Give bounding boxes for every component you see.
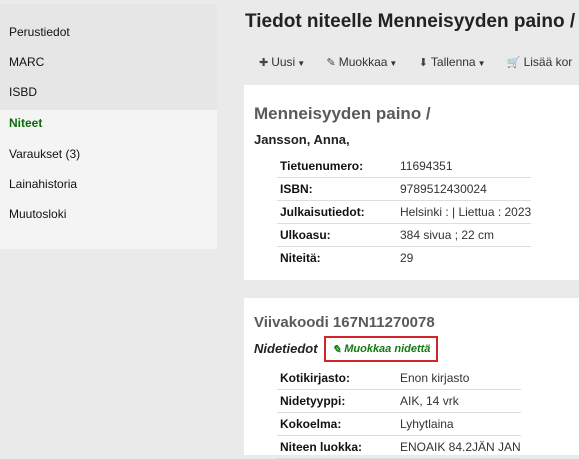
sidebar-item-lainahistoria[interactable]: Lainahistoria [9, 177, 77, 191]
field-label: Tietuenumero: [277, 155, 397, 178]
page-title: Tiedot niteelle Menneisyyden paino / [245, 11, 576, 32]
caret-down-icon: ▼ [389, 59, 398, 68]
edit-item-link[interactable]: ✎ Muokkaa nidettä [324, 336, 439, 362]
sidebar-item-perustiedot[interactable]: Perustiedot [9, 25, 70, 39]
record-panel: Menneisyyden paino / Jansson, Anna, Tiet… [244, 85, 579, 280]
record-title: Menneisyyden paino / [254, 104, 431, 123]
field-value: Lyhytlaina [397, 412, 521, 436]
plus-icon: ✚ [259, 57, 269, 69]
field-value: 29 [400, 251, 414, 265]
field-value: AIK, 14 vrk [397, 389, 521, 413]
field-label: Julkaisutiedot: [277, 200, 397, 224]
field-label: ISBN: [277, 177, 397, 201]
item-details-table: Kotikirjasto: Enon kirjasto Nidetyyppi: AI… [277, 367, 521, 459]
pencil-icon: ✎ [326, 57, 336, 69]
edit-item-link-label: Muokkaa nidettä [344, 343, 431, 355]
sidebar-item-niteet[interactable]: Niteet [9, 116, 42, 130]
item-section-label: Nidetiedot [254, 341, 318, 356]
download-icon: ⬇ [418, 57, 428, 69]
field-label: Niteitä: [280, 251, 321, 265]
table-row: Niteitä: 29 [277, 247, 531, 270]
save-button[interactable]: ⬇ Tallenna ▼ [419, 55, 486, 69]
sidebar-item-marc[interactable]: MARC [9, 55, 44, 69]
field-label: Niteen luokka: [277, 435, 397, 459]
field-label: Kotikirjasto: [277, 367, 397, 390]
table-row: Tietuenumero: 11694351 [277, 155, 532, 178]
caret-down-icon: ▼ [477, 59, 486, 68]
add-to-cart-button[interactable]: 🛒 Lisää kor [507, 55, 572, 69]
table-row: Nidetyyppi: AIK, 14 vrk [277, 389, 521, 413]
record-details-table: Tietuenumero: 11694351 ISBN: 9789512430024… [277, 155, 532, 270]
save-button-label: Tallenna [430, 55, 476, 69]
sidebar: Perustiedot MARC ISBD Niteet Varaukset (… [0, 4, 217, 249]
field-value: 384 sivua ; 22 cm [397, 223, 532, 247]
add-to-cart-label: Lisää kor [523, 55, 573, 69]
field-label: Nidetyyppi: [277, 389, 397, 413]
field-label: Kokoelma: [277, 412, 397, 436]
sidebar-item-varaukset[interactable]: Varaukset (3) [9, 147, 80, 161]
field-value: Enon kirjasto [397, 367, 521, 390]
table-row: Kotikirjasto: Enon kirjasto [277, 367, 521, 390]
table-row: Ulkoasu: 384 sivua ; 22 cm [277, 223, 532, 247]
pencil-icon: ✎ [332, 343, 342, 356]
caret-down-icon: ▼ [297, 59, 306, 68]
cart-icon: 🛒 [506, 57, 521, 69]
edit-button[interactable]: ✎ Muokkaa ▼ [327, 55, 398, 69]
field-value: 9789512430024 [397, 177, 532, 201]
new-button[interactable]: ✚ Uusi ▼ [259, 55, 305, 69]
table-row: Kokoelma: Lyhytlaina [277, 412, 521, 436]
sidebar-item-muutosloki[interactable]: Muutosloki [9, 207, 66, 221]
field-value: ENOAIK 84.2JÄN JAN [397, 435, 521, 459]
toolbar: ✚ Uusi ▼ ✎ Muokkaa ▼ ⬇ Tallenna ▼ 🛒 Lisää kor [259, 55, 579, 69]
sidebar-item-isbd[interactable]: ISBD [9, 85, 37, 99]
field-label: Ulkoasu: [277, 223, 397, 247]
table-row: Julkaisutiedot: Helsinki : | Liettua : 20… [277, 200, 532, 224]
table-row: Niteen luokka: ENOAIK 84.2JÄN JAN [277, 435, 521, 459]
new-button-label: Uusi [271, 55, 296, 69]
record-author: Jansson, Anna, [254, 132, 350, 147]
field-value: Helsinki : | Liettua : 2023 [397, 200, 532, 224]
edit-button-label: Muokkaa [338, 55, 388, 69]
item-barcode-title: Viivakoodi 167N11270078 [254, 314, 435, 331]
item-panel: Viivakoodi 167N11270078 Nidetiedot ✎ Muok… [244, 298, 579, 459]
table-row: ISBN: 9789512430024 [277, 177, 532, 201]
field-value: 11694351 [397, 155, 532, 178]
